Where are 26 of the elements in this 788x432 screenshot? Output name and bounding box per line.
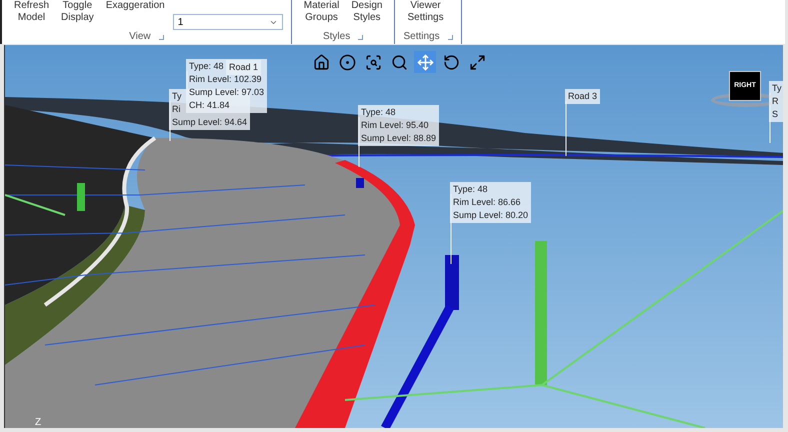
callout-label: Road 1 [226,60,262,75]
group-label: Styles [322,31,350,43]
zoom-window-icon [364,54,382,70]
ribbon-button[interactable]: Material Groups [300,0,344,24]
group-label: View [129,31,151,43]
ribbon-button[interactable]: Design Styles [347,0,386,24]
viewer-tool-button[interactable] [414,51,436,73]
callout-label: Ty R S [769,81,783,122]
axis-label: Z [35,417,42,428]
exaggeration-dropdown[interactable]: 1 [172,14,283,30]
dialog-launcher-icon[interactable] [158,34,164,40]
group-label: Settings [403,31,440,43]
ribbon-button[interactable]: Exaggeration [102,0,169,12]
rotate-icon [442,54,460,70]
ribbon-button[interactable]: Viewer Settings [403,0,448,24]
ribbon-button[interactable]: Refresh Model [10,0,54,24]
callout-label: Type: 48 Rim Level: 86.66 Sump Level: 80.20 [450,182,532,223]
search-icon [390,54,408,70]
dialog-launcher-icon[interactable] [448,34,453,40]
callout-label: Road 3 [565,89,600,104]
ribbon-button[interactable]: Toggle Display [57,0,98,24]
callout-label: Type: 48 Rim Level: 95.40 Sump Level: 88.89 [358,105,440,146]
dialog-launcher-icon[interactable] [358,34,364,40]
move-arrows-icon [416,54,434,70]
home-icon [312,54,330,70]
expand-icon [468,54,486,70]
